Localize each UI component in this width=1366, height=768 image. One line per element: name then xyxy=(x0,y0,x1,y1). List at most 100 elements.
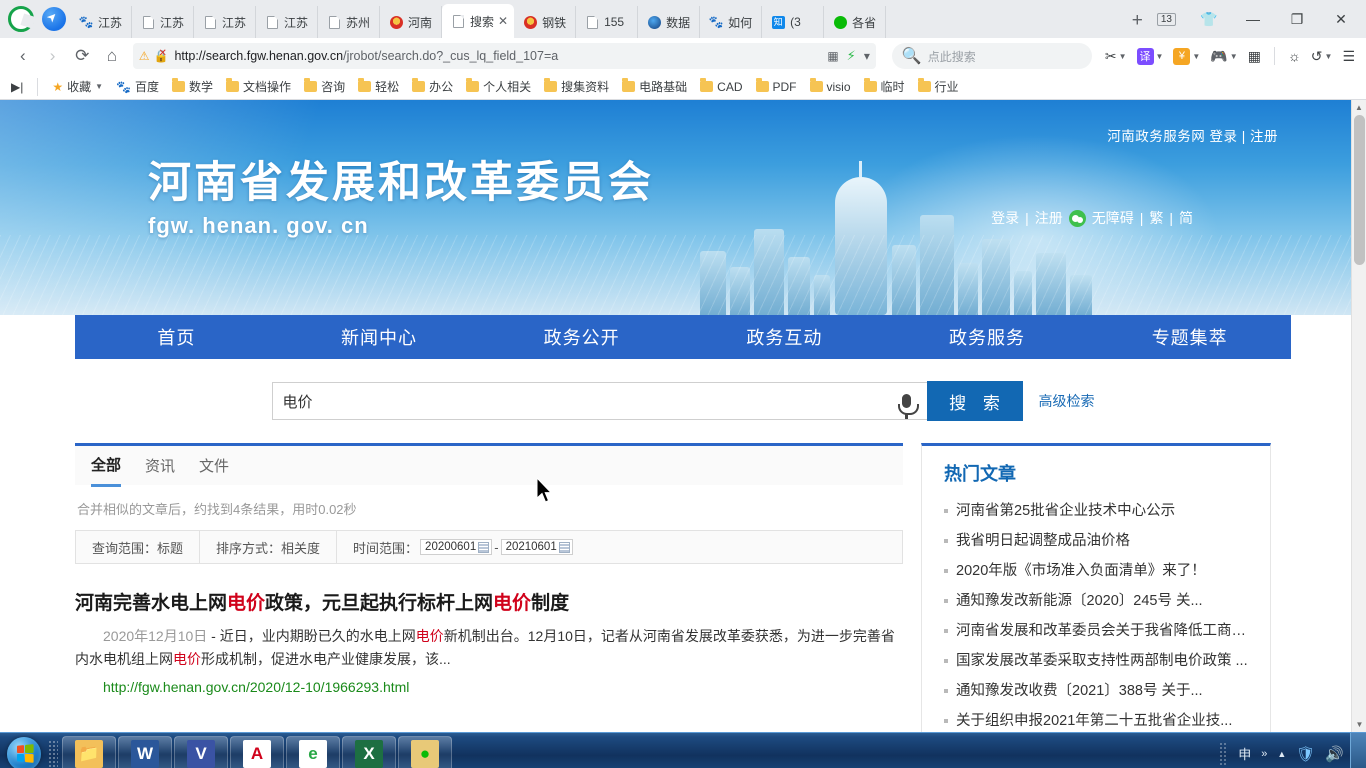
bookmark-item[interactable]: 搜集资料 xyxy=(539,76,614,97)
hot-article-item[interactable]: 通知豫发改收费〔2021〕388号 关于... xyxy=(944,676,1252,706)
nav-item[interactable]: 政务服务 xyxy=(886,315,1089,359)
taskbar-app-file-explorer[interactable]: 📁 xyxy=(62,735,116,768)
tray-grip[interactable] xyxy=(1219,741,1229,766)
tray-expand-arrow[interactable]: ▲ xyxy=(1277,749,1286,759)
browser-tab[interactable]: 河南 xyxy=(380,6,442,38)
result-tab[interactable]: 全部 xyxy=(91,445,122,487)
browser-tab[interactable]: 江苏 xyxy=(132,6,194,38)
tray-overflow-button[interactable]: » xyxy=(1261,748,1267,760)
date-to-input[interactable]: 20210601 xyxy=(500,539,573,555)
tab-close-icon[interactable]: ✕ xyxy=(498,14,508,28)
search-input[interactable]: 电价 xyxy=(271,382,887,420)
bookmark-item[interactable]: 个人相关 xyxy=(461,76,536,97)
translate-tool[interactable]: 译 ▼ xyxy=(1134,47,1167,65)
traditional-chinese-link[interactable]: 繁 xyxy=(1149,208,1163,228)
bookmark-item[interactable]: 轻松 xyxy=(353,76,404,97)
scroll-up-arrow[interactable]: ▲ xyxy=(1352,100,1366,115)
hot-article-item[interactable]: 河南省发展和改革委员会关于我省降低工商业... xyxy=(944,616,1252,646)
navigation-compass-icon[interactable] xyxy=(42,7,66,31)
toolbar-search-input[interactable]: 🔍 点此搜索 xyxy=(891,43,1092,69)
hot-article-item[interactable]: 我省明日起调整成品油价格 xyxy=(944,526,1252,556)
nav-item[interactable]: 政务公开 xyxy=(480,315,683,359)
accessibility-link[interactable]: 无障碍 xyxy=(1092,208,1134,228)
close-button[interactable]: ✕ xyxy=(1320,4,1362,34)
shield-icon[interactable]: 🛡 xyxy=(1296,745,1315,763)
bookmark-item[interactable]: 数学 xyxy=(167,76,218,97)
result-title[interactable]: 河南完善水电上网电价政策，元旦起执行标杆上网电价制度 xyxy=(75,588,903,615)
theme-tool[interactable]: ☼ xyxy=(1285,48,1304,64)
voice-search-button[interactable] xyxy=(886,382,927,420)
browser-tab[interactable]: 江苏 xyxy=(194,6,256,38)
search-button[interactable]: 搜 索 xyxy=(926,381,1023,421)
bookmark-item[interactable]: 办公 xyxy=(407,76,458,97)
url-input[interactable]: ⚠ 🔒 ✕ http://search.fgw.henan.gov.cn/jrob… xyxy=(132,43,876,69)
browser-tab[interactable]: 🐾 如何 xyxy=(700,6,763,38)
browser-tab[interactable]: 苏州 xyxy=(318,6,380,38)
apps-grid[interactable]: ▦ xyxy=(1245,48,1264,65)
minimize-button[interactable]: — xyxy=(1232,4,1274,34)
skin-shirt-icon[interactable]: 👕 xyxy=(1188,4,1230,34)
scroll-down-arrow[interactable]: ▼ xyxy=(1352,717,1366,732)
result-tab[interactable]: 文件 xyxy=(199,445,229,487)
show-desktop-button[interactable] xyxy=(1350,732,1366,768)
menu-tool[interactable]: ☰ xyxy=(1339,48,1358,65)
taskbar-grip[interactable] xyxy=(48,739,58,768)
date-from-input[interactable]: 20200601 xyxy=(420,539,493,555)
calendar-icon[interactable] xyxy=(558,541,570,553)
lightning-icon[interactable]: ⚡ xyxy=(847,48,856,64)
back-button[interactable]: ‹ xyxy=(8,41,38,71)
bookmarks-expand-icon[interactable]: ▶| xyxy=(6,78,28,96)
hot-article-item[interactable]: 河南省第25批省企业技术中心公示 xyxy=(944,496,1252,526)
bookmark-item[interactable]: 临时 xyxy=(859,76,910,97)
filter-scope[interactable]: 查询范围：标题 xyxy=(76,530,201,564)
taskbar-app-excel[interactable]: X xyxy=(342,735,396,768)
chevron-down-icon[interactable]: ▾ xyxy=(864,49,870,63)
hot-article-item[interactable]: 2020年版《市场准入负面清单》来了！ xyxy=(944,556,1252,586)
qr-grid-icon[interactable]: ▦ xyxy=(827,49,838,63)
bookmark-item[interactable]: 文档操作 xyxy=(221,76,296,97)
speaker-icon[interactable]: 🔊 xyxy=(1325,745,1344,763)
page-scrollbar[interactable]: ▲ ▼ xyxy=(1351,100,1366,732)
browser-tab[interactable]: 🐾 江苏 xyxy=(70,6,132,38)
browser-tab[interactable]: 钢铁 xyxy=(514,6,577,38)
new-tab-button[interactable]: + xyxy=(1118,4,1157,38)
forward-button[interactable]: › xyxy=(38,41,68,71)
browser-tab[interactable]: 搜索 ✕ xyxy=(442,4,515,38)
wechat-icon[interactable] xyxy=(1068,209,1086,227)
nav-item[interactable]: 专题集萃 xyxy=(1088,315,1291,359)
maximize-button[interactable]: ❐ xyxy=(1276,4,1318,34)
game-tool[interactable]: 🎮 ▼ xyxy=(1207,48,1240,65)
home-button[interactable]: ⌂ xyxy=(97,41,127,71)
taskbar-app-visio[interactable]: V xyxy=(174,735,228,768)
taskbar-app-word[interactable]: W xyxy=(118,735,172,768)
bookmark-item[interactable]: 电路基础 xyxy=(617,76,692,97)
calendar-icon[interactable] xyxy=(478,541,490,553)
screenshot-tool[interactable]: ✂ ▼ xyxy=(1102,48,1130,65)
tab-count-badge[interactable]: 13 xyxy=(1156,12,1176,26)
reload-button[interactable]: ⟳ xyxy=(67,41,97,71)
bookmark-item[interactable]: PDF xyxy=(751,78,802,96)
register-link[interactable]: 注册 xyxy=(1035,208,1063,228)
ime-indicator[interactable]: 申 xyxy=(1238,744,1251,763)
scrollbar-thumb[interactable] xyxy=(1354,115,1365,265)
taskbar-app-wechat[interactable]: ● xyxy=(398,735,452,768)
bookmark-item[interactable]: CAD xyxy=(695,78,747,96)
history-tool[interactable]: ↺ ▼ xyxy=(1308,48,1336,65)
browser-tab[interactable]: 数据 xyxy=(638,6,701,38)
hot-article-item[interactable]: 通知豫发改新能源〔2020〕245号 关... xyxy=(944,586,1252,616)
taskbar-app-browser[interactable]: e xyxy=(286,735,340,768)
nav-item[interactable]: 新闻中心 xyxy=(278,315,481,359)
hot-article-item[interactable]: 关于组织申报2021年第二十五批省企业技... xyxy=(944,706,1252,732)
taskbar-app-acrobat-reader[interactable]: A xyxy=(230,735,284,768)
browser-tab[interactable]: 知 (3 xyxy=(762,6,825,38)
bookmark-favorites[interactable]: ★ 收藏 ▼ xyxy=(47,76,108,97)
result-tab[interactable]: 资讯 xyxy=(145,445,175,487)
nav-item[interactable]: 政务互动 xyxy=(683,315,886,359)
result-url[interactable]: http://fgw.henan.gov.cn/2020/12-10/19662… xyxy=(75,679,903,695)
browser-tab[interactable]: 各省 xyxy=(824,6,887,38)
browser-tab[interactable]: 江苏 xyxy=(256,6,318,38)
bookmark-item[interactable]: 行业 xyxy=(913,76,964,97)
browser-tab[interactable]: 155 xyxy=(576,6,639,38)
start-button[interactable] xyxy=(0,734,48,768)
hot-article-item[interactable]: 国家发展改革委采取支持性两部制电价政策 ... xyxy=(944,646,1252,676)
